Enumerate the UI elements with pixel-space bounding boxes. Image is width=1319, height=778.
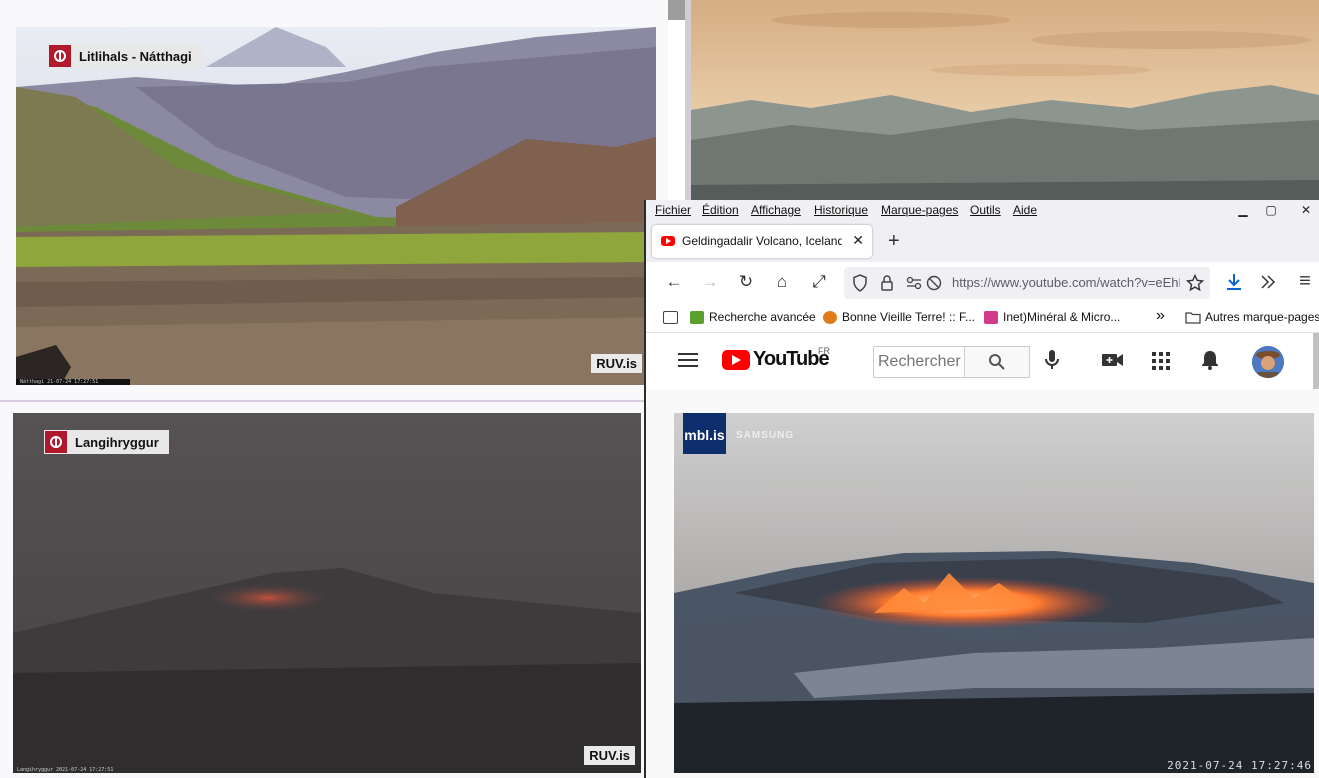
new-tab-button[interactable]: +: [888, 230, 900, 253]
other-bookmarks-folder[interactable]: Autres marque-pages: [1185, 310, 1319, 324]
menu-historique[interactable]: Historique: [814, 203, 868, 217]
url-text: https://www.youtube.com/watch?v=eEhP42D0…: [952, 275, 1180, 290]
menu-outils[interactable]: Outils: [970, 203, 1001, 217]
ruv-badge: RUV.is: [584, 746, 635, 765]
forward-button[interactable]: →: [699, 272, 721, 292]
camera-timestamp: Nátthagi 21-07-24 17:27:51: [16, 379, 130, 385]
firefox-window: Fichier Édition Affichage Historique Mar…: [644, 200, 1319, 778]
search-field-wrapper: [873, 346, 965, 378]
bookmark-item[interactable]: Bonne Vieille Terre! :: F...: [823, 310, 975, 324]
menu-edition[interactable]: Édition: [702, 203, 739, 217]
search-icon: [989, 354, 1005, 370]
sidebar-toggle-icon[interactable]: [663, 311, 678, 324]
window-divider: [668, 0, 686, 20]
fullscreen-button[interactable]: ⤢: [808, 272, 830, 292]
youtube-header: YouTube FR: [646, 333, 1311, 389]
camera-label: Langihryggur: [44, 430, 169, 454]
region-code: FR: [818, 346, 830, 356]
menu-aide[interactable]: Aide: [1013, 203, 1037, 217]
back-button[interactable]: ←: [663, 272, 685, 292]
menu-marque-pages[interactable]: Marque-pages: [881, 203, 958, 217]
folder-icon: [1185, 311, 1201, 324]
tab-youtube[interactable]: Geldingadalir Volcano, Iceland LIVE ✕: [652, 225, 872, 258]
maximize-button[interactable]: ▢: [1258, 202, 1284, 218]
minimize-button[interactable]: ▁: [1230, 202, 1256, 218]
youtube-logo-icon[interactable]: [722, 350, 750, 370]
permissions-icon[interactable]: [906, 275, 922, 296]
webcam-window-langihryggur: Langihryggur RUV.is Langihryggur 2021-07…: [0, 402, 644, 778]
close-window-button[interactable]: ✕: [1293, 202, 1319, 218]
tab-title: Geldingadalir Volcano, Iceland LIVE: [682, 234, 842, 248]
lock-icon[interactable]: [880, 274, 894, 297]
menu-icon[interactable]: [678, 352, 698, 373]
hamburger-menu-button[interactable]: ≡: [1294, 270, 1316, 293]
ruv-logo-icon: [45, 431, 67, 453]
menu-affichage[interactable]: Affichage: [751, 203, 801, 217]
menu-fichier[interactable]: Fichier: [655, 203, 691, 217]
youtube-page: mbl.is SAMSUNG 2021-07-24 17:27:46: [646, 389, 1319, 778]
search-button[interactable]: [964, 346, 1030, 378]
overflow-chevron-icon[interactable]: [1260, 273, 1276, 296]
more-bookmarks-button[interactable]: »: [1156, 307, 1165, 325]
camera-timestamp: Langihryggur 2021-07-24 17:27:51: [17, 767, 114, 773]
sponsor-logo: SAMSUNG: [736, 430, 795, 441]
reload-button[interactable]: ↻: [735, 272, 757, 292]
ruv-badge: RUV.is: [591, 354, 642, 373]
camera-label: Litlihals - Nátthagi: [48, 44, 202, 68]
ruv-logo-icon: [49, 45, 71, 67]
notifications-icon[interactable]: [1201, 350, 1219, 375]
video-player[interactable]: mbl.is SAMSUNG 2021-07-24 17:27:46: [674, 413, 1314, 773]
video-timestamp: 2021-07-24 17:27:46: [1167, 759, 1312, 772]
youtube-favicon-icon: [661, 236, 675, 246]
bookmark-item[interactable]: Inet)Minéral & Micro...: [984, 310, 1120, 324]
shield-icon[interactable]: [852, 274, 868, 297]
webcam-feed-litlihals[interactable]: Litlihals - Nátthagi RUV.is Nátthagi 21-…: [16, 27, 656, 385]
download-icon[interactable]: [1225, 273, 1243, 296]
address-bar[interactable]: https://www.youtube.com/watch?v=eEhP42D0…: [844, 267, 1210, 299]
camera-label-text: Litlihals - Nátthagi: [79, 48, 192, 64]
webcam-window-litlihals: Litlihals - Nátthagi RUV.is Nátthagi 21-…: [0, 0, 668, 402]
mbl-logo: mbl.is: [683, 413, 726, 454]
webcam-feed-langihryggur[interactable]: Langihryggur RUV.is Langihryggur 2021-07…: [13, 413, 641, 773]
tab-bar: Geldingadalir Volcano, Iceland LIVE ✕ +: [646, 222, 1319, 262]
joomla-icon: [984, 310, 998, 324]
menu-bar: Fichier Édition Affichage Historique Mar…: [646, 200, 1319, 222]
bookmarks-toolbar: Recherche avancée Bonne Vieille Terre! :…: [646, 304, 1319, 333]
autoplay-blocked-icon[interactable]: [926, 275, 942, 296]
webcam-feed-sunset[interactable]: [691, 0, 1319, 200]
create-video-icon[interactable]: [1102, 353, 1124, 372]
close-tab-button[interactable]: ✕: [852, 232, 864, 249]
mic-icon[interactable]: [1044, 349, 1060, 376]
chat-bubble-icon: [690, 310, 704, 324]
apps-icon[interactable]: [1152, 352, 1170, 375]
bookmark-item[interactable]: Recherche avancée: [690, 310, 816, 324]
search-input[interactable]: [876, 348, 964, 376]
bookmark-star-icon[interactable]: [1185, 273, 1205, 297]
avatar[interactable]: [1252, 346, 1284, 378]
earth-globe-icon: [823, 310, 837, 324]
camera-label-text: Langihryggur: [75, 434, 159, 450]
home-button[interactable]: ⌂: [771, 272, 793, 292]
navigation-bar: ← → ↻ ⌂ ⤢ https://www.youtube.com/watch?…: [646, 262, 1319, 304]
